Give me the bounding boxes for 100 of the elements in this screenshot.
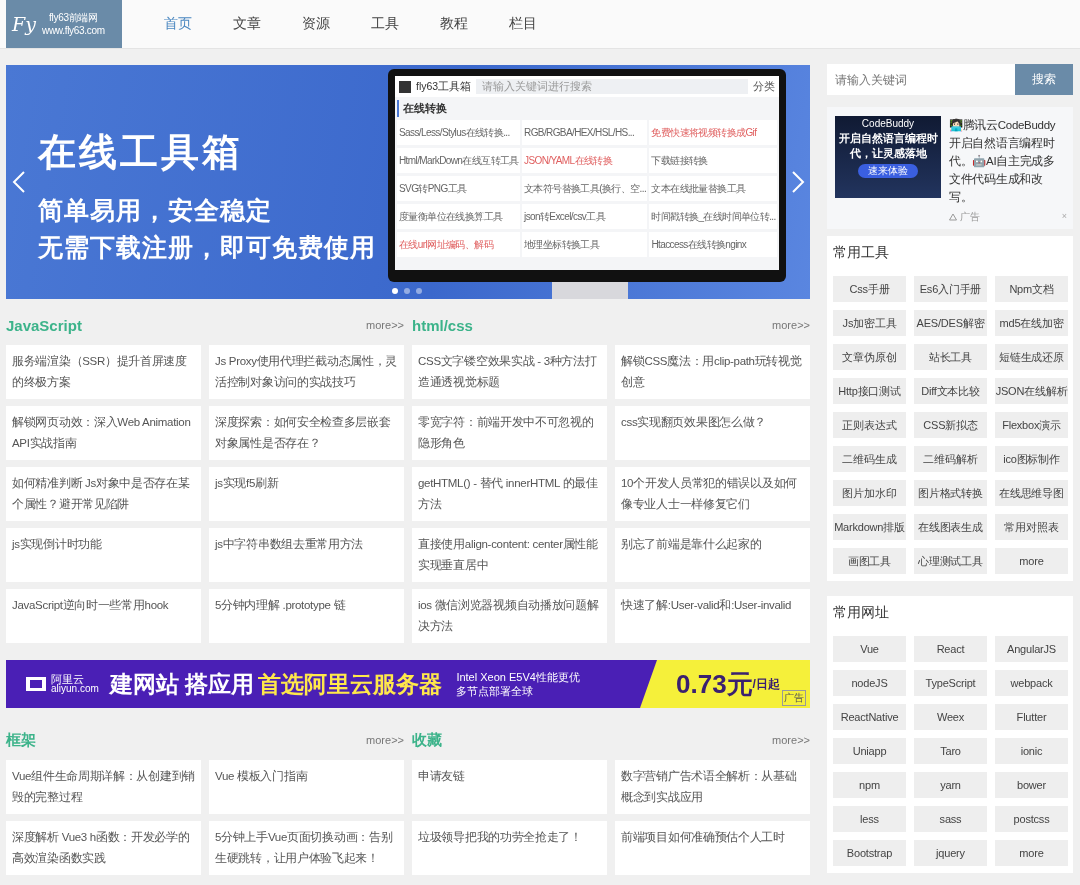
tool-link[interactable]: 文本在线批量替换工具 (649, 176, 777, 201)
tool-link[interactable]: 免费快速将视频转换成Gif (649, 120, 777, 145)
article-card[interactable]: js实现倒计时功能 (6, 528, 201, 582)
ad-text[interactable]: 👩🏻‍💻腾讯云CodeBuddy开启自然语言编程时代。🤖AI自主完成多文件代码生成和改写。 (949, 116, 1065, 206)
article-card[interactable]: 服务端渲染（SSR）提升首屏速度的终极方案 (6, 345, 201, 399)
tool-link[interactable]: 画图工具 (833, 548, 906, 574)
tool-link[interactable]: Vue (833, 636, 906, 662)
tool-link[interactable]: 站长工具 (914, 344, 987, 370)
tool-link[interactable]: AngularJS (995, 636, 1068, 662)
article-card[interactable]: js中字符串数组去重常用方法 (209, 528, 404, 582)
tool-link[interactable]: 在线思维导图 (995, 480, 1068, 506)
tool-link[interactable]: webpack (995, 670, 1068, 696)
article-card[interactable]: JavaScript逆向时一些常用hook (6, 589, 201, 643)
tool-link[interactable]: nodeJS (833, 670, 906, 696)
tool-link[interactable]: jquery (914, 840, 987, 866)
tool-link[interactable]: 时间戳转换_在线时间单位转... (649, 204, 777, 229)
tool-link[interactable]: Taro (914, 738, 987, 764)
tool-link[interactable]: Html/MarkDown在线互转工具 (397, 148, 520, 173)
article-card[interactable]: 前端项目如何准确预估个人工时 (615, 821, 810, 875)
tool-link[interactable]: Css手册 (833, 276, 906, 302)
article-card[interactable]: 5分钟上手Vue页面切换动画：告别生硬跳转，让用户体验飞起来！ (209, 821, 404, 875)
nav-link[interactable]: 首页 (146, 15, 210, 33)
tool-link[interactable]: 在线url网址编码、解码 (397, 232, 520, 257)
tool-link[interactable]: 图片格式转换 (914, 480, 987, 506)
tool-link[interactable]: more (995, 548, 1068, 574)
article-card[interactable]: 垃圾领导把我的功劳全抢走了！ (412, 821, 607, 875)
tool-link[interactable]: Npm文档 (995, 276, 1068, 302)
tool-link[interactable]: Flutter (995, 704, 1068, 730)
article-card[interactable]: 零宽字符：前端开发中不可忽视的隐形角色 (412, 406, 607, 460)
tool-link[interactable]: 短链生成还原 (995, 344, 1068, 370)
tool-link[interactable]: AES/DES解密 (914, 310, 987, 336)
tool-link[interactable]: 图片加水印 (833, 480, 906, 506)
more-link[interactable]: more>> (772, 734, 810, 746)
nav-link[interactable]: 工具 (353, 15, 417, 33)
tool-link[interactable]: 度量衡单位在线换算工具 (397, 204, 520, 229)
article-card[interactable]: js实现f5刷新 (209, 467, 404, 521)
tool-link[interactable]: JSON在线解析 (995, 378, 1068, 404)
tool-link[interactable]: SVG转PNG工具 (397, 176, 520, 201)
tool-link[interactable]: Es6入门手册 (914, 276, 987, 302)
tool-link[interactable]: postcss (995, 806, 1068, 832)
tool-link[interactable]: more (995, 840, 1068, 866)
tool-link[interactable]: 心理测试工具 (914, 548, 987, 574)
tool-link[interactable]: ReactNative (833, 704, 906, 730)
tool-link[interactable]: Markdown排版 (833, 514, 906, 540)
more-link[interactable]: more>> (366, 319, 404, 331)
article-card[interactable]: 数字营销广告术语全解析：从基础概念到实战应用 (615, 760, 810, 814)
tool-link[interactable]: Diff文本比较 (914, 378, 987, 404)
tool-link[interactable]: json转Excel/csv工具 (522, 204, 648, 229)
tool-link[interactable]: md5在线加密 (995, 310, 1068, 336)
tool-link[interactable]: less (833, 806, 906, 832)
search-field[interactable]: 请输入关键词 (827, 64, 1015, 95)
search-button[interactable]: 搜索 (1015, 64, 1073, 95)
tool-link[interactable]: ico图标制作 (995, 446, 1068, 472)
article-card[interactable]: css实现翻页效果图怎么做？ (615, 406, 810, 460)
article-card[interactable]: 解锁CSS魔法：用clip-path玩转视觉创意 (615, 345, 810, 399)
tool-link[interactable]: ionic (995, 738, 1068, 764)
tool-link[interactable]: bower (995, 772, 1068, 798)
tool-link[interactable]: 常用对照表 (995, 514, 1068, 540)
tool-link[interactable]: 文本符号替换工具(换行、空... (522, 176, 648, 201)
article-card[interactable]: 快速了解:User-valid和:User-invalid (615, 589, 810, 643)
tool-link[interactable]: 二维码生成 (833, 446, 906, 472)
more-link[interactable]: more>> (772, 319, 810, 331)
article-card[interactable]: 5分钟内理解 .prototype 链 (209, 589, 404, 643)
tool-link[interactable]: 正则表达式 (833, 412, 906, 438)
article-card[interactable]: Vue组件生命周期详解：从创建到销毁的完整过程 (6, 760, 201, 814)
tool-link[interactable]: Bootstrap (833, 840, 906, 866)
tool-link[interactable]: Flexbox演示 (995, 412, 1068, 438)
article-card[interactable]: CSS文字镂空效果实战 - 3种方法打造通透视觉标题 (412, 345, 607, 399)
article-card[interactable]: 深度解析 Vue3 h函数：开发必学的高效渲染函数实践 (6, 821, 201, 875)
article-card[interactable]: 解锁网页动效：深入Web Animation API实战指南 (6, 406, 201, 460)
ad-cta-button[interactable]: 速来体验 (858, 164, 918, 178)
tool-link[interactable]: RGB/RGBA/HEX/HSL/HS... (522, 120, 648, 145)
tool-link[interactable]: 二维码解析 (914, 446, 987, 472)
tool-link[interactable]: Js加密工具 (833, 310, 906, 336)
category-dropdown[interactable]: 分类 (753, 79, 775, 94)
tool-link[interactable]: Http接口测试 (833, 378, 906, 404)
nav-link[interactable]: 文章 (215, 15, 279, 33)
article-card[interactable]: 别忘了前端是靠什么起家的 (615, 528, 810, 582)
nav-link[interactable]: 栏目 (491, 15, 555, 33)
article-card[interactable]: 申请友链 (412, 760, 607, 814)
nav-link[interactable]: 教程 (422, 15, 486, 33)
tool-link[interactable]: CSS新拟态 (914, 412, 987, 438)
tool-link[interactable]: Htaccess在线转换nginx (649, 232, 777, 257)
tool-link[interactable]: yarn (914, 772, 987, 798)
article-card[interactable]: 10个开发人员常犯的错误以及如何像专业人士一样修复它们 (615, 467, 810, 521)
tool-link[interactable]: 地理坐标转换工具 (522, 232, 648, 257)
article-card[interactable]: 直接使用align-content: center属性能实现垂直居中 (412, 528, 607, 582)
tool-link[interactable]: sass (914, 806, 987, 832)
tool-link[interactable]: Weex (914, 704, 987, 730)
tool-link[interactable]: TypeScript (914, 670, 987, 696)
tool-link[interactable]: Sass/Less/Stylus在线转换... (397, 120, 520, 145)
article-card[interactable]: 深度探索：如何安全检查多层嵌套对象属性是否存在？ (209, 406, 404, 460)
tool-link[interactable]: 文章伪原创 (833, 344, 906, 370)
tool-link[interactable]: Uniapp (833, 738, 906, 764)
tool-link[interactable]: JSON/YAML在线转换 (522, 148, 648, 173)
article-card[interactable]: Js Proxy使用代理拦截动态属性，灵活控制对象访问的实战技巧 (209, 345, 404, 399)
more-link[interactable]: more>> (366, 734, 404, 746)
article-card[interactable]: ios 微信浏览器视频自动播放问题解决方法 (412, 589, 607, 643)
tool-link[interactable]: React (914, 636, 987, 662)
article-card[interactable]: 如何精准判断 Js对象中是否存在某个属性？避开常见陷阱 (6, 467, 201, 521)
